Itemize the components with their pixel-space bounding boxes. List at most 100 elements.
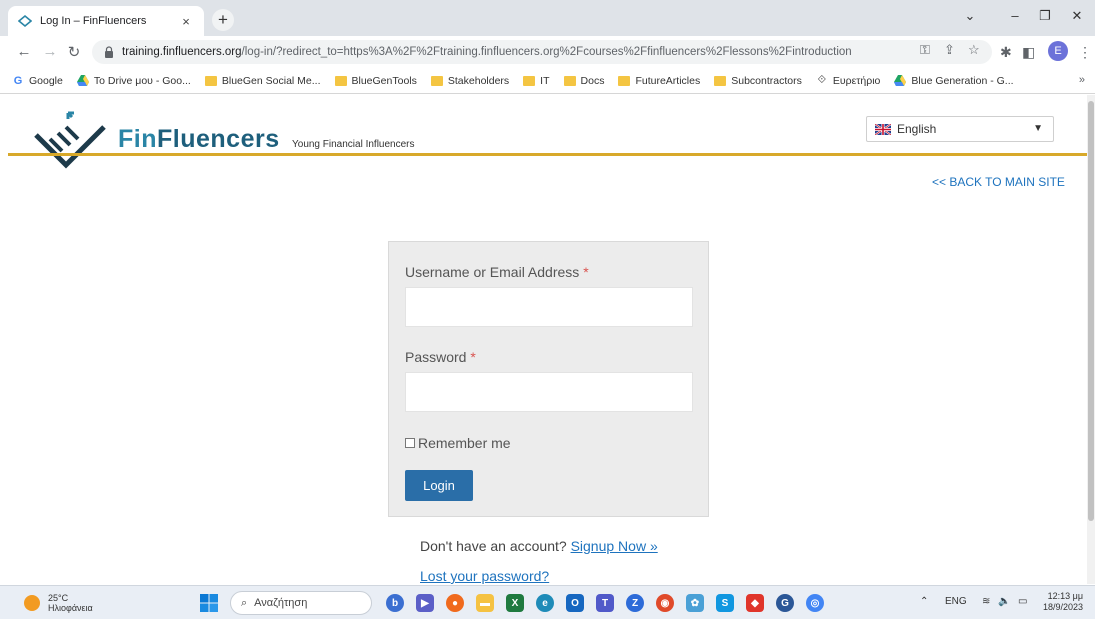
login-form: Username or Email Address * Password * R…: [388, 241, 709, 517]
teams-icon[interactable]: T: [596, 594, 614, 612]
brand-name[interactable]: FinFluencers: [118, 125, 280, 154]
profile-avatar[interactable]: E: [1048, 41, 1068, 61]
bookmarks-overflow-icon[interactable]: »: [1079, 74, 1085, 86]
sun-icon: [24, 595, 40, 611]
lost-password-link[interactable]: Lost your password?: [420, 568, 549, 584]
bookmark-folder-it[interactable]: IT: [523, 75, 550, 87]
url-path: /log-in/?redirect_to=https%3A%2F%2Ftrain…: [241, 46, 852, 58]
uk-flag-icon: [875, 123, 891, 135]
bookmark-folder-stakeholders[interactable]: Stakeholders: [430, 75, 509, 87]
windows-start-icon[interactable]: [200, 594, 218, 612]
bing-icon[interactable]: b: [386, 594, 404, 612]
bookmark-blue-generation[interactable]: Blue Generation - G...: [894, 75, 1014, 87]
chrome-icon[interactable]: ◎: [806, 594, 824, 612]
signup-prompt: Don't have an account? Signup Now »: [420, 538, 658, 554]
excel-icon[interactable]: X: [506, 594, 524, 612]
required-mark: *: [583, 264, 589, 280]
browser-menu-icon[interactable]: ⋮: [1078, 44, 1092, 61]
address-bar[interactable]: training.finfluencers.org/log-in/?redire…: [92, 40, 992, 64]
volume-icon[interactable]: 🔈: [998, 596, 1010, 607]
browser-tab-active[interactable]: Log In – FinFluencers ×: [8, 6, 204, 36]
meet-icon[interactable]: ▶: [416, 594, 434, 612]
bookmark-star-icon[interactable]: ☆: [968, 42, 980, 58]
bookmark-folder-bluegen-social[interactable]: BlueGen Social Me...: [204, 75, 321, 87]
chrome-canary-icon[interactable]: ◉: [656, 594, 674, 612]
url-host: training.finfluencers.org: [122, 46, 242, 58]
scrollbar-thumb[interactable]: [1088, 101, 1094, 521]
tray-overflow-chevron-icon[interactable]: ⌃: [920, 596, 928, 607]
bookmark-folder-futurearticles[interactable]: FutureArticles: [618, 75, 700, 87]
input-language[interactable]: ENG: [945, 596, 967, 607]
password-input[interactable]: [405, 372, 693, 412]
drive-icon: [76, 75, 89, 87]
bookmark-drive[interactable]: To Drive μου - Goo...: [76, 75, 191, 87]
firefox-icon[interactable]: ●: [446, 594, 464, 612]
signup-link[interactable]: Signup Now »: [571, 538, 658, 554]
search-icon: ⌕: [241, 596, 248, 609]
tab-strip: Log In – FinFluencers × + ⌄ – ❐ ✕: [0, 0, 1095, 36]
outlook-icon[interactable]: O: [566, 594, 584, 612]
reload-icon[interactable]: ↻: [64, 43, 84, 61]
folder-icon: [714, 75, 727, 87]
web-page: FinFluencers Young Financial Influencers…: [0, 95, 1087, 584]
brand-tagline: Young Financial Influencers: [292, 139, 415, 150]
bookmark-folder-bluegentools[interactable]: BlueGenTools: [334, 75, 417, 87]
minimize-icon[interactable]: –: [1000, 8, 1030, 23]
close-window-icon[interactable]: ✕: [1062, 8, 1092, 24]
folder-icon: [204, 75, 217, 87]
wifi-icon[interactable]: ≋: [982, 596, 990, 607]
bookmarks-bar: G Google To Drive μου - Goo... BlueGen S…: [0, 68, 1095, 94]
remember-me-checkbox[interactable]: [405, 438, 415, 448]
search-placeholder: Αναζήτηση: [254, 597, 308, 609]
edge-icon[interactable]: e: [536, 594, 554, 612]
tab-search-chevron-icon[interactable]: ⌄: [955, 8, 985, 24]
forward-arrow-icon[interactable]: →: [40, 43, 60, 60]
header-divider: [8, 153, 1087, 156]
bookmark-folder-subcontractors[interactable]: Subcontractors: [714, 75, 802, 87]
bookmark-index[interactable]: ⟐ Ευρετήριο: [816, 74, 881, 87]
system-clock[interactable]: 12:13 μμ 18/9/2023: [1043, 591, 1083, 613]
back-arrow-icon[interactable]: ←: [14, 43, 34, 60]
page-scrollbar[interactable]: [1087, 95, 1095, 584]
login-button[interactable]: Login: [405, 470, 473, 501]
zoom-icon[interactable]: Z: [626, 594, 644, 612]
google-icon: G: [13, 74, 23, 87]
taskbar-search[interactable]: ⌕ Αναζήτηση: [230, 591, 372, 615]
language-select[interactable]: English ▼: [866, 116, 1054, 142]
clock-time: 12:13 μμ: [1047, 591, 1084, 601]
password-key-icon[interactable]: ⚿: [920, 42, 930, 58]
browser-toolbar: ← → ↻ training.finfluencers.org/log-in/?…: [0, 36, 1095, 68]
finfluencers-logo-icon[interactable]: [32, 109, 112, 179]
skype-icon[interactable]: S: [716, 594, 734, 612]
weather-widget[interactable]: 25°C Ηλιοφάνεια: [24, 593, 93, 613]
username-label: Username or Email Address *: [405, 264, 589, 280]
folder-icon: [430, 75, 443, 87]
remember-me-label[interactable]: Remember me: [418, 435, 511, 451]
anydesk-icon[interactable]: ◆: [746, 594, 764, 612]
site-favicon-icon: [18, 14, 32, 28]
file-explorer-icon[interactable]: ▬: [476, 594, 494, 612]
side-panel-icon[interactable]: ◧: [1022, 44, 1035, 61]
share-icon[interactable]: ⇪: [944, 42, 955, 58]
index-icon: ⟐: [817, 74, 827, 86]
language-value: English: [897, 122, 937, 136]
taskbar: 25°C Ηλιοφάνεια ⌕ Αναζήτηση b ▶ ● ▬ X e …: [0, 585, 1095, 619]
clock-date: 18/9/2023: [1043, 602, 1084, 612]
tab-close-icon[interactable]: ×: [178, 14, 194, 29]
bookmark-google[interactable]: G Google: [12, 75, 63, 87]
app-icon[interactable]: ✿: [686, 594, 704, 612]
required-mark: *: [470, 349, 476, 365]
battery-icon[interactable]: ▭: [1018, 596, 1027, 607]
bookmark-folder-docs[interactable]: Docs: [563, 75, 604, 87]
extensions-puzzle-icon[interactable]: ✱: [1000, 44, 1012, 61]
remember-me: Remember me: [405, 435, 511, 451]
restore-icon[interactable]: ❐: [1030, 8, 1060, 24]
new-tab-button[interactable]: +: [212, 9, 234, 31]
vpn-icon[interactable]: G: [776, 594, 794, 612]
folder-icon: [334, 75, 347, 87]
tab-title: Log In – FinFluencers: [40, 15, 147, 27]
username-input[interactable]: [405, 287, 693, 327]
back-to-main-site-link[interactable]: << BACK TO MAIN SITE: [932, 175, 1065, 189]
folder-icon: [618, 75, 631, 87]
password-label: Password *: [405, 349, 476, 365]
